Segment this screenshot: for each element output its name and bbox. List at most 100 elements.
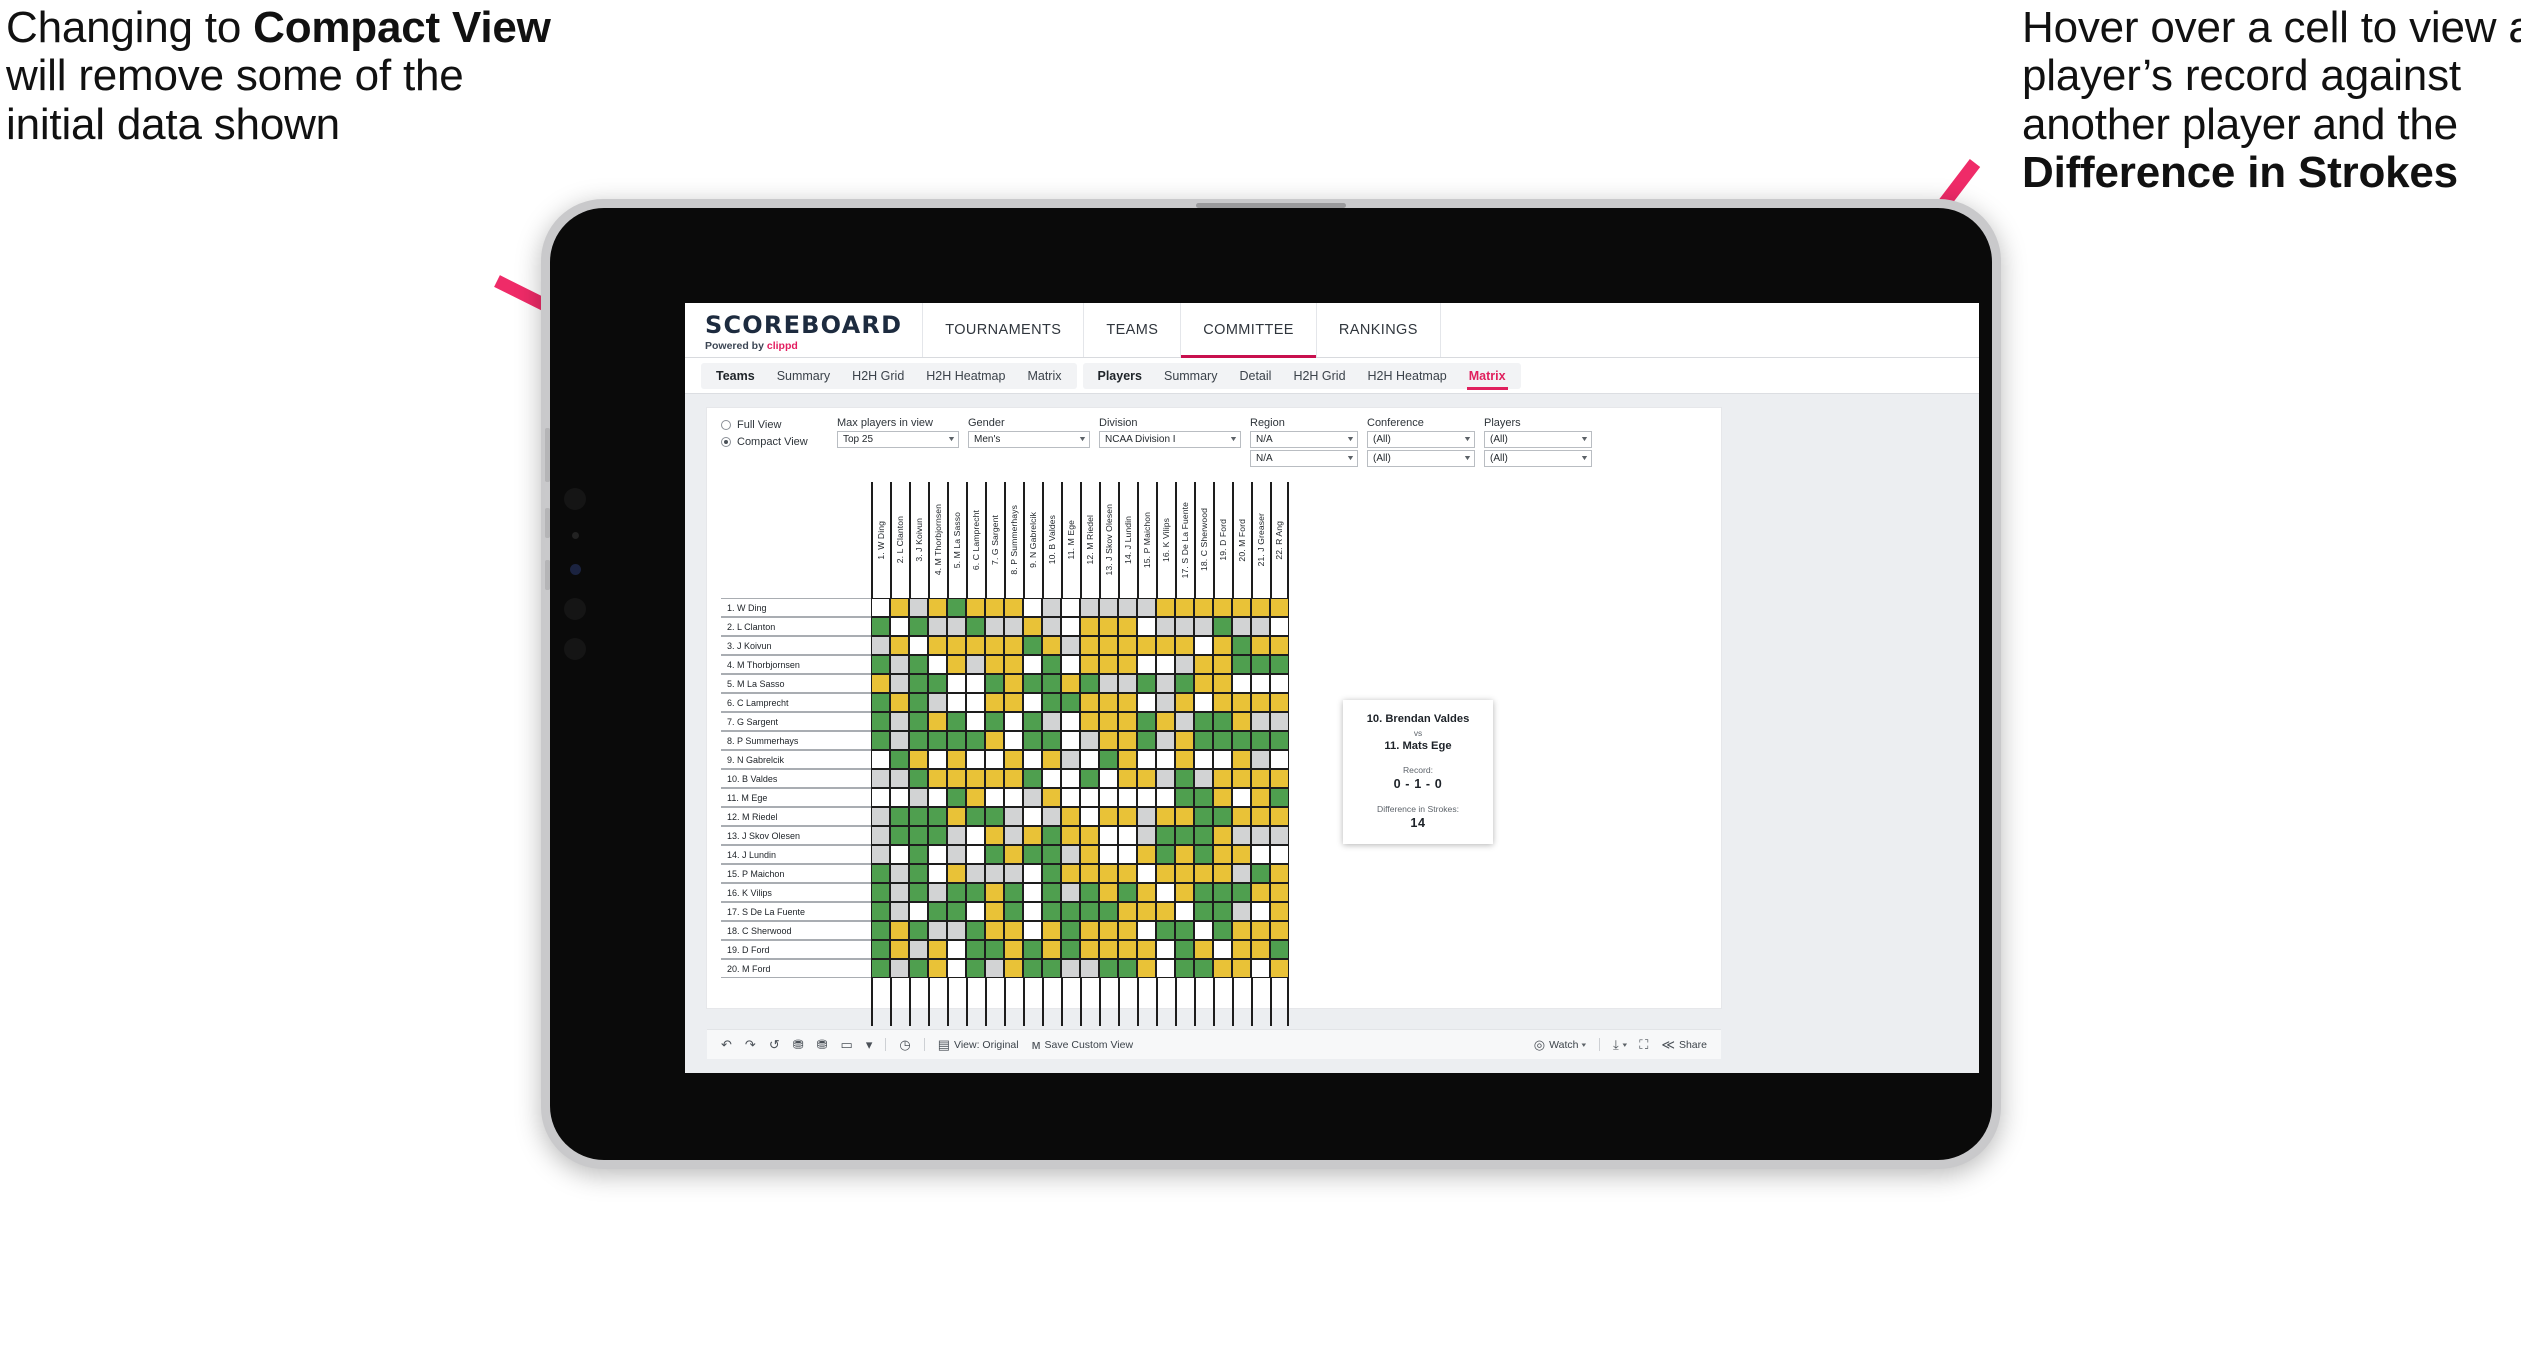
matrix-cell[interactable] [890,598,909,617]
matrix-cell[interactable] [1251,845,1270,864]
matrix-cell[interactable] [985,845,1004,864]
matrix-cell[interactable] [1156,769,1175,788]
matrix-cell[interactable] [909,598,928,617]
matrix-cell[interactable] [1137,921,1156,940]
matrix-cell[interactable] [1080,940,1099,959]
matrix-cell[interactable] [1270,674,1289,693]
matrix-cell[interactable] [1213,750,1232,769]
matrix-cell[interactable] [1175,883,1194,902]
matrix-cell[interactable] [1194,598,1213,617]
matrix-cell[interactable] [966,655,985,674]
matrix-cell[interactable] [890,826,909,845]
matrix-cell[interactable] [1137,959,1156,978]
matrix-cell[interactable] [1099,731,1118,750]
matrix-cell[interactable] [1175,959,1194,978]
matrix-cell[interactable] [1042,902,1061,921]
matrix-cell[interactable] [1232,864,1251,883]
matrix-cell[interactable] [1175,826,1194,845]
matrix-cell[interactable] [1004,598,1023,617]
pause-updates-icon[interactable]: ⛃ [817,1038,828,1051]
matrix-cell[interactable] [966,693,985,712]
matrix-cell[interactable] [871,959,890,978]
matrix-cell[interactable] [1023,959,1042,978]
matrix-cell[interactable] [947,693,966,712]
matrix-cell[interactable] [1023,712,1042,731]
matrix-cell[interactable] [1270,902,1289,921]
matrix-cell[interactable] [966,769,985,788]
matrix-cell[interactable] [985,693,1004,712]
matrix-cell[interactable] [1251,769,1270,788]
matrix-cell[interactable] [1213,788,1232,807]
matrix-cell[interactable] [1137,807,1156,826]
matrix-cell[interactable] [1080,921,1099,940]
matrix-cell[interactable] [1118,864,1137,883]
matrix-cell[interactable] [966,750,985,769]
subtab-teams-h2h-grid[interactable]: H2H Grid [841,363,915,389]
matrix-cell[interactable] [1251,959,1270,978]
matrix-cell[interactable] [1213,598,1232,617]
matrix-cell[interactable] [1270,731,1289,750]
topnav-rankings[interactable]: RANKINGS [1317,303,1441,357]
matrix-cell[interactable] [966,826,985,845]
matrix-cell[interactable] [1137,788,1156,807]
matrix-cell[interactable] [928,750,947,769]
matrix-cell[interactable] [928,921,947,940]
matrix-cell[interactable] [1080,845,1099,864]
matrix-cell[interactable] [928,826,947,845]
redo-icon[interactable]: ↷ [745,1038,756,1051]
matrix-cell[interactable] [1156,674,1175,693]
subtab-teams[interactable]: Teams [705,363,766,389]
matrix-cell[interactable] [1213,712,1232,731]
matrix-cell[interactable] [1137,731,1156,750]
matrix-cell[interactable] [1251,921,1270,940]
matrix-cell[interactable] [1061,864,1080,883]
matrix-cell[interactable] [909,674,928,693]
matrix-cell[interactable] [947,940,966,959]
matrix-cell[interactable] [1270,921,1289,940]
matrix-cell[interactable] [871,693,890,712]
matrix-cell[interactable] [1251,940,1270,959]
matrix-cell[interactable] [1118,617,1137,636]
matrix-cell[interactable] [1023,617,1042,636]
matrix-cell[interactable] [1004,788,1023,807]
undo-icon[interactable]: ↶ [721,1038,732,1051]
matrix-cell[interactable] [1194,731,1213,750]
matrix-cell[interactable] [1080,864,1099,883]
matrix-cell[interactable] [1213,826,1232,845]
matrix-cell[interactable] [1251,807,1270,826]
matrix-cell[interactable] [1042,674,1061,693]
matrix-cell[interactable] [966,864,985,883]
matrix-cell[interactable] [1061,826,1080,845]
matrix-cell[interactable] [1194,902,1213,921]
matrix-cell[interactable] [1156,617,1175,636]
matrix-cell[interactable] [1175,921,1194,940]
matrix-cell[interactable] [1232,617,1251,636]
matrix-cell[interactable] [1118,788,1137,807]
radio-full-view[interactable]: Full View [721,419,837,431]
matrix-cell[interactable] [1194,940,1213,959]
matrix-cell[interactable] [1232,712,1251,731]
matrix-cell[interactable] [947,712,966,731]
matrix-cell[interactable] [1061,769,1080,788]
matrix-cell[interactable] [1156,712,1175,731]
matrix-cell[interactable] [1023,750,1042,769]
matrix-cell[interactable] [1270,712,1289,731]
matrix-cell[interactable] [1232,921,1251,940]
matrix-cell[interactable] [909,750,928,769]
matrix-cell[interactable] [947,864,966,883]
matrix-cell[interactable] [890,902,909,921]
matrix-cell[interactable] [871,674,890,693]
matrix-cell[interactable] [1232,883,1251,902]
matrix-cell[interactable] [1137,598,1156,617]
matrix-cell[interactable] [1080,674,1099,693]
matrix-cell[interactable] [928,940,947,959]
matrix-cell[interactable] [1213,883,1232,902]
matrix-cell[interactable] [1175,617,1194,636]
matrix-cell[interactable] [947,750,966,769]
matrix-cell[interactable] [890,674,909,693]
matrix-cell[interactable] [966,921,985,940]
matrix-cell[interactable] [1156,598,1175,617]
filter-players-select[interactable]: (All) ▼ [1484,431,1592,448]
matrix-cell[interactable] [909,788,928,807]
matrix-cell[interactable] [1175,750,1194,769]
